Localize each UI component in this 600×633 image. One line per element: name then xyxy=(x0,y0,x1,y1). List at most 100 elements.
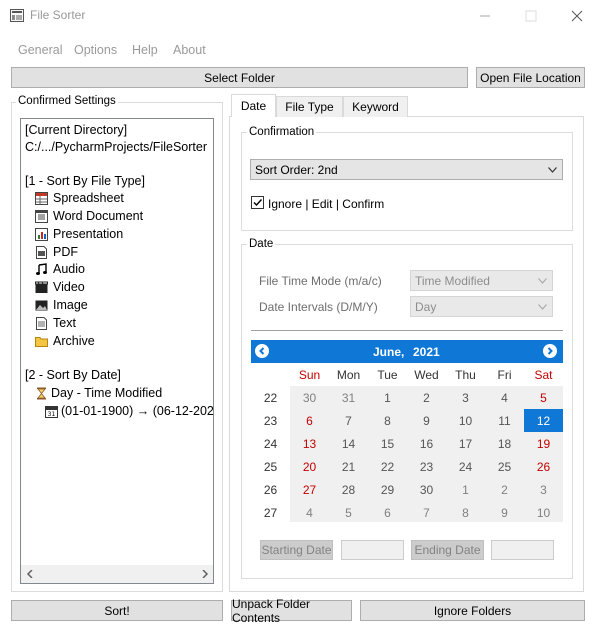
calendar-year[interactable]: 2021 xyxy=(413,345,440,359)
date-group-label: Date xyxy=(247,238,276,250)
calendar-day[interactable]: 31 xyxy=(329,386,368,409)
calendar-day[interactable]: 1 xyxy=(368,386,407,409)
calendar-day[interactable]: 15 xyxy=(368,432,407,455)
calendar-day[interactable]: 11 xyxy=(485,409,524,432)
starting-date-button[interactable]: Starting Date xyxy=(260,540,333,560)
ending-date-field[interactable] xyxy=(491,540,554,560)
calendar-day[interactable]: 18 xyxy=(485,432,524,455)
ignore-folders-button[interactable]: Ignore Folders xyxy=(360,600,585,621)
calendar-day[interactable]: 17 xyxy=(446,432,485,455)
next-month-button[interactable] xyxy=(543,344,557,358)
calendar-day[interactable]: 30 xyxy=(290,386,329,409)
calendar-day[interactable]: 14 xyxy=(329,432,368,455)
text-file-icon xyxy=(36,317,47,330)
calendar-day[interactable]: 10 xyxy=(446,409,485,432)
date-intervals-value: Day xyxy=(415,299,437,314)
file-time-mode-dropdown[interactable]: Time Modified xyxy=(410,270,553,291)
calendar-day[interactable]: 4 xyxy=(290,501,329,524)
scroll-right-button[interactable] xyxy=(196,565,213,583)
tree-item-pdf[interactable]: PDF xyxy=(53,245,78,259)
calendar-day[interactable]: 26 xyxy=(524,455,563,478)
calendar-day[interactable]: 21 xyxy=(329,455,368,478)
menu-about[interactable]: About xyxy=(173,43,206,57)
tree-current-dir-label[interactable]: [Current Directory] xyxy=(25,123,127,137)
calendar-day[interactable]: 8 xyxy=(368,409,407,432)
calendar-day[interactable]: 1 xyxy=(446,478,485,501)
sort-button[interactable]: Sort! xyxy=(11,600,223,621)
calendar-day[interactable]: 22 xyxy=(368,455,407,478)
tree-date-range[interactable]: (01-01-1900) → (06-12-2021) xyxy=(61,404,213,418)
tab-file-type[interactable]: File Type xyxy=(276,96,343,117)
calendar-day[interactable]: 23 xyxy=(407,455,446,478)
maximize-button[interactable] xyxy=(508,0,554,31)
calendar-day[interactable]: 3 xyxy=(524,478,563,501)
calendar-day[interactable]: 16 xyxy=(407,432,446,455)
checkbox-label[interactable]: Ignore | Edit | Confirm xyxy=(268,197,384,211)
calendar-day[interactable]: 24 xyxy=(446,455,485,478)
tree-item-spreadsheet[interactable]: Spreadsheet xyxy=(53,191,124,205)
close-button[interactable] xyxy=(554,0,600,31)
title-bar: File Sorter xyxy=(0,0,600,31)
ignore-edit-confirm-checkbox[interactable] xyxy=(251,196,264,209)
tree-item-video[interactable]: Video xyxy=(53,280,85,294)
calendar-day[interactable]: 28 xyxy=(329,478,368,501)
calendar-day[interactable]: 19 xyxy=(524,432,563,455)
calendar-day[interactable]: 2 xyxy=(485,478,524,501)
tree-item-text[interactable]: Text xyxy=(53,316,76,330)
scroll-thumb-track[interactable] xyxy=(38,567,196,581)
tab-date[interactable]: Date xyxy=(231,94,276,117)
calendar-day[interactable]: 25 xyxy=(485,455,524,478)
calendar-day[interactable]: 20 xyxy=(290,455,329,478)
sort-order-value: Sort Order: 2nd xyxy=(255,162,338,177)
calendar-month[interactable]: June, xyxy=(373,345,404,359)
tab-keyword[interactable]: Keyword xyxy=(343,96,408,117)
scroll-left-button[interactable] xyxy=(21,565,38,583)
calendar-day[interactable]: 3 xyxy=(446,386,485,409)
unpack-folder-contents-button[interactable]: Unpack Folder Contents xyxy=(231,597,352,625)
calendar-day[interactable]: 10 xyxy=(524,501,563,524)
sort-order-dropdown[interactable]: Sort Order: 2nd xyxy=(250,159,563,180)
calendar-day[interactable]: 5 xyxy=(524,386,563,409)
menu-general[interactable]: General xyxy=(18,43,62,57)
settings-tree[interactable]: [Current Directory] C:/.../PycharmProjec… xyxy=(20,118,214,584)
calendar-day[interactable]: 6 xyxy=(368,501,407,524)
tree-item-word-document[interactable]: Word Document xyxy=(53,209,143,223)
tree-horizontal-scrollbar[interactable] xyxy=(21,565,213,583)
tree-sort-by-date[interactable]: [2 - Sort By Date] xyxy=(25,368,121,382)
menu-help[interactable]: Help xyxy=(132,43,158,57)
calendar-day[interactable]: 9 xyxy=(407,409,446,432)
tree-current-dir-path[interactable]: C:/.../PycharmProjects/FileSorter xyxy=(25,140,207,154)
calendar-day[interactable]: 12 xyxy=(524,409,563,432)
tree-item-image[interactable]: Image xyxy=(53,298,88,312)
weekday-header: Wed xyxy=(414,367,439,382)
calendar-day[interactable]: 13 xyxy=(290,432,329,455)
tree-date-mode[interactable]: Day - Time Modified xyxy=(51,386,162,400)
chevron-left-icon xyxy=(26,570,33,578)
date-intervals-dropdown[interactable]: Day xyxy=(410,296,553,317)
calendar-header: June, 2021 xyxy=(251,340,563,363)
close-icon xyxy=(571,10,583,21)
tree-item-presentation[interactable]: Presentation xyxy=(53,227,123,241)
calendar-day[interactable]: 29 xyxy=(368,478,407,501)
minimize-button[interactable] xyxy=(462,0,508,31)
open-file-location-button[interactable]: Open File Location xyxy=(476,67,585,88)
tree-item-audio[interactable]: Audio xyxy=(53,262,85,276)
calendar-day[interactable]: 7 xyxy=(407,501,446,524)
calendar-day[interactable]: 27 xyxy=(290,478,329,501)
calendar-day[interactable]: 4 xyxy=(485,386,524,409)
calendar-day[interactable]: 9 xyxy=(485,501,524,524)
select-folder-button[interactable]: Select Folder xyxy=(11,67,468,88)
tree-item-archive[interactable]: Archive xyxy=(53,334,95,348)
calendar-day[interactable]: 8 xyxy=(446,501,485,524)
calendar-day[interactable]: 2 xyxy=(407,386,446,409)
calendar-day[interactable]: 6 xyxy=(290,409,329,432)
audio-icon xyxy=(36,263,47,275)
tree-sort-by-file-type[interactable]: [1 - Sort By File Type] xyxy=(25,174,145,188)
ending-date-button[interactable]: Ending Date xyxy=(411,540,484,560)
menu-options[interactable]: Options xyxy=(74,43,117,57)
prev-month-button[interactable] xyxy=(255,344,269,358)
calendar-day[interactable]: 7 xyxy=(329,409,368,432)
calendar-day[interactable]: 5 xyxy=(329,501,368,524)
starting-date-field[interactable] xyxy=(341,540,404,560)
calendar-day[interactable]: 30 xyxy=(407,478,446,501)
